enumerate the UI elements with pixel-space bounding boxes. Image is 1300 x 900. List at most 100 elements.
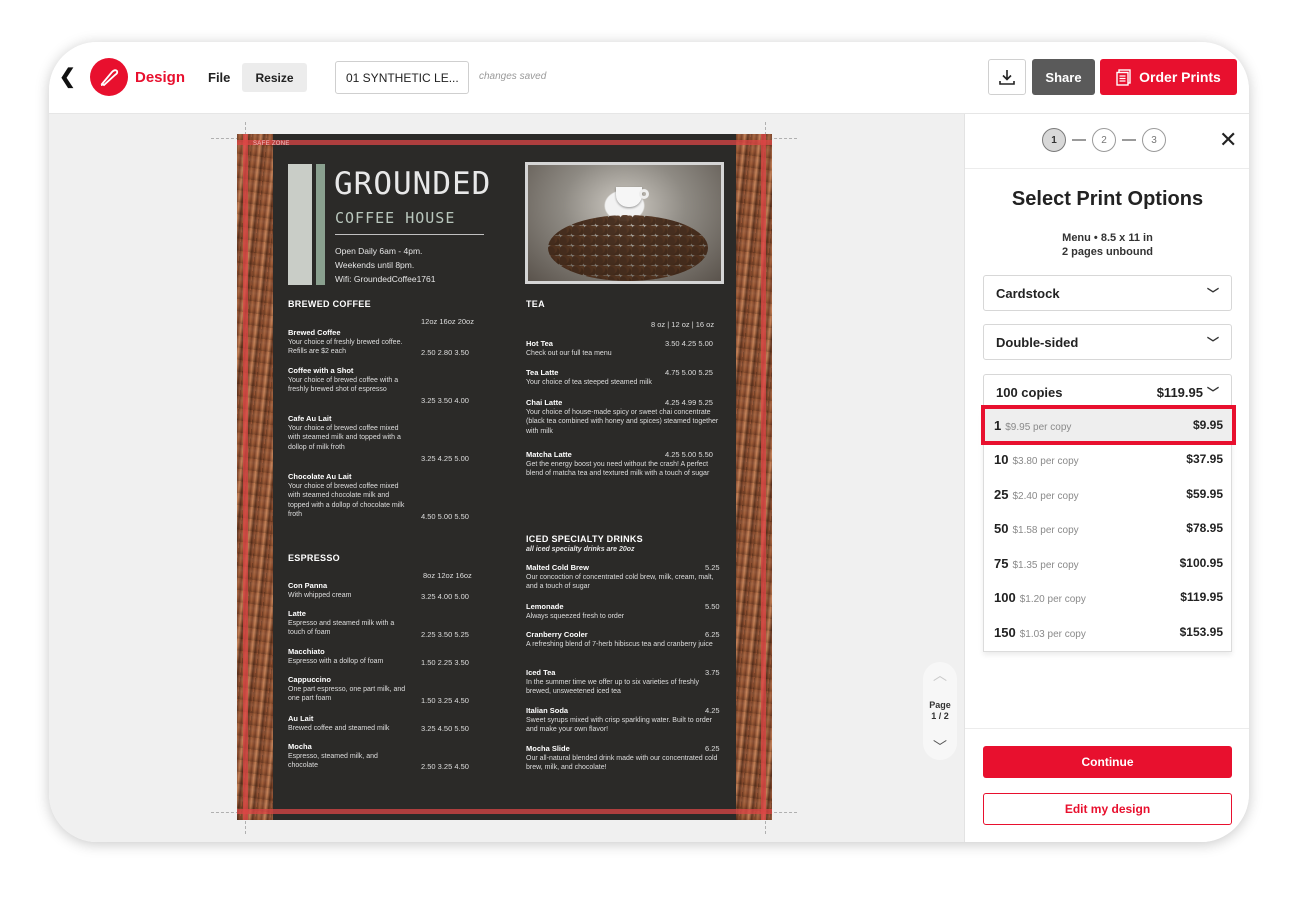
step-indicator[interactable]: 3 — [1142, 128, 1166, 152]
item-name: Italian Soda — [526, 706, 569, 715]
quantity-option[interactable]: 50 $1.58 per copy $78.95 — [984, 511, 1233, 545]
print-order-icon — [1116, 68, 1131, 86]
brand-logo-icon[interactable] — [90, 58, 128, 96]
quantity-option-left: 75 $1.35 per copy — [994, 556, 1079, 571]
item-name: Coffee with a Shot — [288, 366, 354, 375]
menu-item[interactable]: Chocolate Au Lait Your choice of brewed c… — [288, 472, 408, 520]
menu-brand-title[interactable]: GROUNDED — [334, 166, 491, 202]
item-name: Cafe Au Lait — [288, 414, 332, 423]
section-title[interactable]: TEA — [526, 299, 545, 309]
edit-design-button[interactable]: Edit my design — [983, 793, 1232, 825]
back-arrow-icon[interactable]: ❮ — [59, 66, 77, 88]
menu-item[interactable]: Brewed Coffee Your choice of freshly brew… — [288, 328, 408, 357]
menu-item[interactable]: Con Panna With whipped cream — [288, 581, 408, 600]
quantity-option[interactable]: 25 $2.40 per copy $59.95 — [984, 477, 1233, 511]
item-desc: With whipped cream — [288, 591, 352, 599]
item-name: Mocha — [288, 742, 312, 751]
page-label: Page — [929, 700, 951, 710]
paper-select-value: Cardstock — [996, 285, 1060, 301]
item-price: 6.25 — [705, 630, 720, 639]
per-copy-price: $1.35 per copy — [1012, 559, 1079, 571]
quantity-count: 150 — [994, 624, 1016, 640]
menu-hours[interactable]: Open Daily 6am - 4pm. Weekends until 8pm… — [335, 244, 436, 286]
safe-zone-label: SAFE ZONE — [253, 141, 290, 147]
continue-button[interactable]: Continue — [983, 746, 1232, 778]
per-copy-price: $9.95 per copy — [1005, 421, 1072, 433]
menu-brand-subtitle[interactable]: COFFEE HOUSE — [335, 209, 455, 227]
hours-line: Open Daily 6am - 4pm. — [335, 246, 423, 256]
menu-item[interactable]: Coffee with a Shot Your choice of brewed … — [288, 366, 408, 395]
download-button[interactable] — [988, 59, 1026, 95]
menu-item[interactable]: Latte Espresso and steamed milk with a to… — [288, 609, 408, 638]
step-indicator[interactable]: 1 — [1042, 128, 1066, 152]
menu-item[interactable]: Hot Tea Check out our full tea menu — [526, 339, 646, 358]
bleed-line — [237, 140, 772, 145]
menu-item[interactable]: Au Lait Brewed coffee and steamed milk — [288, 714, 408, 733]
paper-select[interactable]: Cardstock ﹀ — [983, 275, 1232, 311]
document-name-field[interactable]: 01 SYNTHETIC LE... — [335, 61, 469, 94]
share-button[interactable]: Share — [1032, 59, 1095, 95]
divider — [335, 234, 484, 235]
menu-item[interactable]: Mocha Espresso, steamed milk, and chocola… — [288, 742, 408, 771]
item-price: 4.50 5.00 5.50 — [421, 512, 469, 521]
per-copy-price: $3.80 per copy — [1012, 455, 1079, 467]
chevron-down-icon[interactable]: ﹀ — [933, 740, 947, 754]
menu-item[interactable]: Cappuccino One part espresso, one part mi… — [288, 675, 408, 704]
item-name: Chocolate Au Lait — [288, 472, 352, 481]
section-title[interactable]: ESPRESSO — [288, 553, 340, 563]
item-name: Con Panna — [288, 581, 328, 590]
cup-graphic — [616, 187, 642, 207]
menu-item[interactable]: Iced Tea In the summer time we offer up t… — [526, 668, 722, 697]
page-count: 1 / 2 — [931, 711, 949, 721]
item-price: 6.25 — [705, 744, 720, 753]
menu-item[interactable]: Mocha Slide Our all-natural blended drink… — [526, 744, 722, 773]
quantity-total: $100.95 — [1179, 556, 1223, 570]
menu-item[interactable]: Cranberry Cooler A refreshing blend of 7-… — [526, 630, 722, 649]
coffee-beans-graphic — [548, 215, 708, 281]
menu-item[interactable]: Italian Soda Sweet syrups mixed with cris… — [526, 706, 722, 735]
coffee-photo[interactable] — [525, 162, 724, 284]
item-desc: Check out our full tea menu — [526, 349, 612, 357]
item-price: 3.25 4.00 5.00 — [421, 592, 469, 601]
resize-button[interactable]: Resize — [242, 63, 307, 92]
menu-item[interactable]: Malted Cold Brew Our concoction of concen… — [526, 563, 722, 592]
menu-page[interactable]: SAFE ZONE GROUNDED COFFEE HOUSE Open Dai… — [237, 134, 772, 820]
item-desc: A refreshing blend of 7-herb hibiscus te… — [526, 640, 713, 648]
quantity-option[interactable]: 100 $1.20 per copy $119.95 — [984, 580, 1233, 614]
menu-item[interactable]: Lemonade Always squeezed fresh to order — [526, 602, 722, 621]
sides-select[interactable]: Double-sided ﹀ — [983, 324, 1232, 360]
menu-item[interactable]: Tea Latte Your choice of tea steeped stea… — [526, 368, 676, 387]
chevron-down-icon: ﹀ — [1206, 286, 1219, 301]
quantity-count: 10 — [994, 451, 1009, 467]
save-status: changes saved — [479, 71, 547, 82]
item-desc: Sweet syrups mixed with crisp sparkling … — [526, 716, 712, 734]
quantity-option-left: 50 $1.58 per copy — [994, 521, 1079, 536]
quantity-option[interactable]: 1 $9.95 per copy $9.95 — [981, 405, 1236, 445]
file-menu[interactable]: File — [208, 70, 230, 85]
quantity-select[interactable]: 100 copies $119.95 ﹀ — [983, 374, 1232, 410]
order-prints-button[interactable]: Order Prints — [1100, 59, 1237, 95]
item-desc: Your choice of house-made spicy or sweet… — [526, 408, 719, 435]
item-name: Malted Cold Brew — [526, 563, 589, 572]
size-header: 8 oz | 12 oz | 16 oz — [651, 320, 715, 329]
quantity-count: 25 — [994, 486, 1009, 502]
menu-item[interactable]: Macchiato Espresso with a dollop of foam — [288, 647, 408, 666]
item-name: Iced Tea — [526, 668, 556, 677]
item-price: 4.25 4.99 5.25 — [665, 398, 713, 407]
quantity-option[interactable]: 10 $3.80 per copy $37.95 — [984, 442, 1233, 476]
chevron-up-icon[interactable]: ︿ — [933, 668, 947, 682]
quantity-total: $9.95 — [1192, 418, 1223, 432]
quantity-select-price: $119.95 — [1156, 384, 1203, 400]
design-canvas[interactable]: SAFE ZONE GROUNDED COFFEE HOUSE Open Dai… — [49, 114, 964, 842]
item-price: 3.25 4.50 5.50 — [421, 724, 469, 733]
step-indicator[interactable]: 2 — [1092, 128, 1116, 152]
per-copy-price: $1.03 per copy — [1019, 628, 1086, 640]
item-desc: In the summer time we offer up to six va… — [526, 678, 699, 696]
menu-item[interactable]: Cafe Au Lait Your choice of brewed coffee… — [288, 414, 408, 452]
section-title[interactable]: BREWED COFFEE — [288, 299, 371, 309]
quantity-option[interactable]: 75 $1.35 per copy $100.95 — [984, 546, 1233, 580]
section-title[interactable]: ICED SPECIALTY DRINKS — [526, 534, 643, 544]
quantity-total: $59.95 — [1186, 487, 1223, 501]
quantity-option[interactable]: 150 $1.03 per copy $153.95 — [984, 615, 1233, 649]
close-icon[interactable]: ✕ — [1219, 128, 1237, 152]
